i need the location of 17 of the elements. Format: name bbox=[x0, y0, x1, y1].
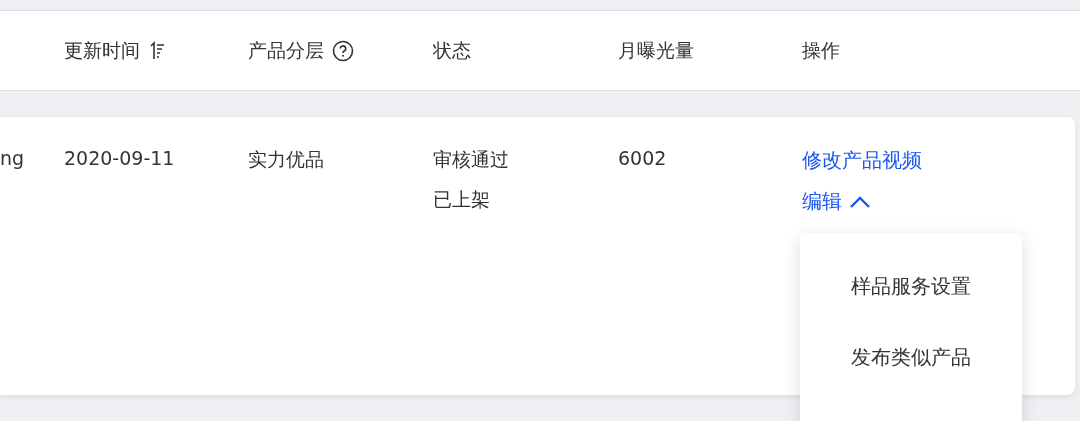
column-header: 产品分层 bbox=[248, 37, 324, 63]
table-cell: ng bbox=[0, 147, 25, 169]
menu-item[interactable]: 发布类似产品 bbox=[851, 344, 971, 371]
chevron-icon bbox=[848, 194, 872, 209]
edit-menu-link[interactable]: 编辑 bbox=[802, 188, 872, 215]
column-header: 月曝光量 bbox=[618, 37, 694, 63]
column-header: 操作 bbox=[802, 37, 840, 63]
help-icon[interactable] bbox=[332, 39, 354, 62]
edit-video-link[interactable]: 修改产品视频 bbox=[802, 147, 922, 174]
table-cell-text: 实力优品 bbox=[248, 147, 324, 172]
menu-item[interactable]: 样品服务设置 bbox=[851, 273, 971, 300]
column-header: 状态 bbox=[433, 37, 471, 63]
column-header: 更新时间 bbox=[64, 37, 140, 63]
table-cell: 2020-09-11 bbox=[64, 147, 175, 169]
table-cell: 6002 bbox=[618, 147, 667, 169]
status-text: 已上架 bbox=[433, 187, 490, 212]
status-text: 审核通过 bbox=[433, 147, 509, 172]
